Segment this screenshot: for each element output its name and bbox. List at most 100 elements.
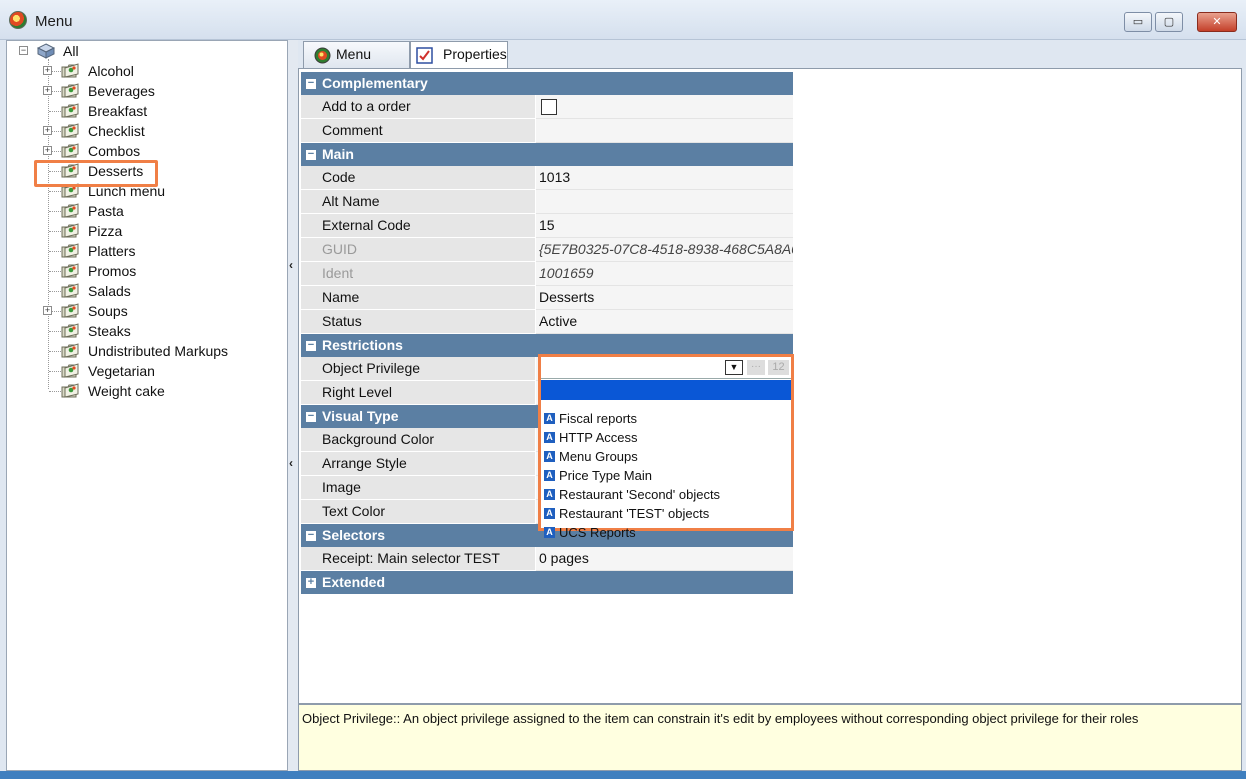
expand-icon[interactable]: + [43,86,52,95]
property-receipt-selector[interactable]: Receipt: Main selector TEST 0 pages [301,547,793,571]
property-value[interactable]: Active [536,310,793,334]
properties-panel: − Complementary Add to a order Comment −… [298,68,1242,704]
menu-folder-icon [61,263,79,278]
close-button[interactable]: ✕ [1197,12,1237,32]
tab-strip: Menu Items Properties [298,40,1242,87]
tree-item[interactable]: + Checklist [7,121,287,141]
menu-folder-icon [61,323,79,338]
property-label: Code [301,166,535,190]
tree-item-label: Vegetarian [88,363,155,379]
ellipsis-button[interactable]: ··· [747,360,765,375]
tab-menu-items[interactable]: Menu Items [303,41,410,87]
count-button[interactable]: 12 [768,360,789,375]
dropdown-option-label: UCS Reports [559,525,636,540]
collapse-icon[interactable]: − [306,149,316,160]
expand-icon[interactable]: + [43,306,52,315]
property-value[interactable] [536,119,793,143]
property-status[interactable]: Status Active [301,310,793,334]
expand-icon[interactable]: + [43,146,52,155]
property-value[interactable]: 0 pages [536,547,793,571]
dropdown-arrow-icon[interactable]: ▼ [725,360,743,375]
minimize-button[interactable]: ▭ [1124,12,1152,32]
object-privilege-combo[interactable]: ▼ ··· 12 [541,357,791,379]
property-guid[interactable]: GUID {5E7B0325-07C8-4518-8938-468C5A8A0.… [301,238,793,262]
dropdown-option[interactable]: A Fiscal reports [541,409,791,428]
privilege-icon: A [544,489,555,500]
dropdown-option-label: Menu Groups [559,449,638,464]
property-value[interactable]: 15 [536,214,793,238]
tree-item[interactable]: Promos [7,261,287,281]
collapse-icon[interactable]: − [19,46,28,55]
tree-item-label: Beverages [88,83,155,99]
object-privilege-dropdown[interactable]: ▼ ··· 12 A Fiscal reports A HTTP Access A Men… [538,354,794,540]
menu-folder-icon [61,243,79,258]
tree-item[interactable]: + Combos [7,141,287,161]
dropdown-option[interactable]: A HTTP Access [541,428,791,447]
tab-properties-label: Properties [443,46,507,62]
tree-item[interactable]: + Alcohol [7,61,287,81]
property-external-code[interactable]: External Code 15 [301,214,793,238]
menu-folder-icon [61,343,79,358]
dropdown-option[interactable]: A Restaurant 'Second' objects [541,485,791,504]
dropdown-selected-empty-item[interactable] [541,380,791,400]
tree-root[interactable]: − All [7,41,287,61]
tree-item[interactable]: Salads [7,281,287,301]
tree-item[interactable]: + Soups [7,301,287,321]
tree-item[interactable]: Pizza [7,221,287,241]
privilege-icon: A [544,413,555,424]
pane-splitter[interactable] [288,40,298,771]
tree-item[interactable]: Weight cake [7,381,287,401]
tree-connector [49,211,61,212]
property-alt-name[interactable]: Alt Name [301,190,793,214]
collapse-icon[interactable]: − [306,411,316,422]
menu-folder-icon [61,123,79,138]
category-extended[interactable]: + Extended [301,571,793,594]
tree-item-label: Pasta [88,203,124,219]
dropdown-option[interactable]: A Price Type Main [541,466,791,485]
property-name[interactable]: Name Desserts [301,286,793,310]
expand-icon[interactable]: + [43,66,52,75]
dropdown-option-label: HTTP Access [559,430,638,445]
category-main[interactable]: − Main [301,143,793,166]
property-value[interactable]: Desserts [536,286,793,310]
dropdown-option[interactable]: A Restaurant 'TEST' objects [541,504,791,523]
expand-icon[interactable]: + [43,126,52,135]
property-label: Text Color [301,500,535,524]
category-complementary[interactable]: − Complementary [301,72,793,95]
maximize-button[interactable]: ▢ [1155,12,1183,32]
tab-properties[interactable]: Properties [410,41,508,69]
collapse-icon[interactable]: − [306,78,316,89]
tree-item[interactable]: Undistributed Markups [7,341,287,361]
tree-item[interactable]: Breakfast [7,101,287,121]
collapse-left-arrow-icon-2[interactable]: ‹ [289,456,293,470]
collapse-icon[interactable]: − [306,340,316,351]
tree-item-label: Breakfast [88,103,148,119]
dropdown-option[interactable]: A UCS Reports [541,523,791,542]
tree-item[interactable]: Steaks [7,321,287,341]
property-label: Comment [301,119,535,143]
property-comment[interactable]: Comment [301,119,793,143]
tree-item[interactable]: Pasta [7,201,287,221]
property-code[interactable]: Code 1013 [301,166,793,190]
menu-folder-icon [61,203,79,218]
tree-connector [49,231,61,232]
tree-connector [49,271,61,272]
tree-item[interactable]: + Beverages [7,81,287,101]
property-value[interactable]: 1013 [536,166,793,190]
add-to-order-checkbox[interactable] [541,99,557,115]
dropdown-option[interactable]: A Menu Groups [541,447,791,466]
property-value[interactable] [536,95,793,119]
property-add-to-order[interactable]: Add to a order [301,95,793,119]
tree-item[interactable]: Vegetarian [7,361,287,381]
tree-connector [49,291,61,292]
property-ident[interactable]: Ident 1001659 [301,262,793,286]
menu-tree[interactable]: − All + Alcohol + Beverages Breakfast + Checkl… [6,40,288,771]
tree-item-label: Weight cake [88,383,165,399]
privilege-icon: A [544,527,555,538]
property-value[interactable] [536,190,793,214]
tree-item[interactable]: Platters [7,241,287,261]
collapse-icon[interactable]: − [306,530,316,541]
collapse-left-arrow-icon[interactable]: ‹ [289,258,293,272]
expand-icon[interactable]: + [306,577,316,588]
property-label: Background Color [301,428,535,452]
